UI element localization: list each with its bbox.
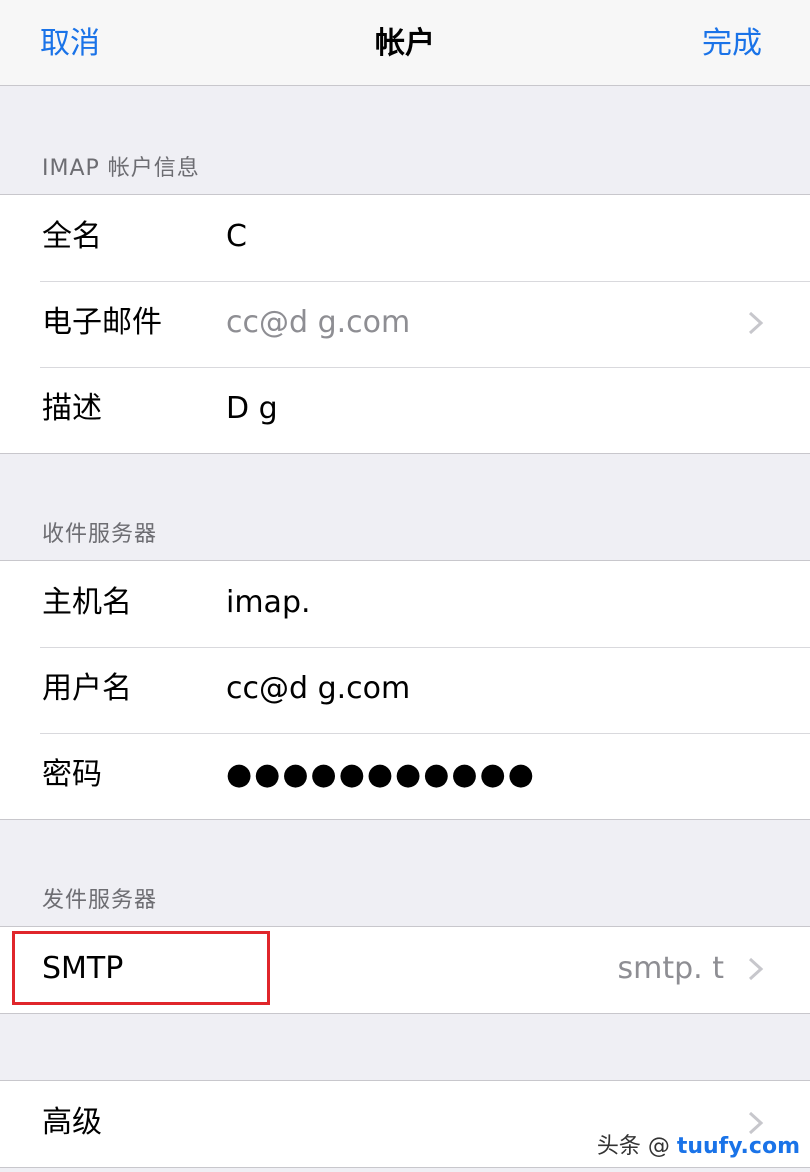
watermark-brand: tuufy.com [676, 1134, 800, 1159]
smtp-highlight-box [12, 931, 270, 1005]
watermark-prefix: 头条 @ [596, 1134, 670, 1159]
section-title-imap: IMAP 帐户信息 [42, 156, 200, 181]
email-label: 电子邮件 [42, 305, 162, 340]
password-label: 密码 [42, 757, 102, 792]
full-name-label: 全名 [42, 219, 102, 254]
incoming-server-group: 主机名 imap. 用户名 cc@d g.com 密码 ●●●●●●●●●●● [0, 560, 810, 820]
description-label: 描述 [42, 391, 102, 426]
advanced-label: 高级 [42, 1105, 102, 1140]
imap-account-group: 全名 C 电子邮件 cc@d g.com 描述 D g [0, 194, 810, 454]
username-value[interactable]: cc@d g.com [226, 669, 410, 709]
section-header-outgoing: 发件服务器 [0, 818, 810, 926]
page-title: 帐户 [375, 26, 435, 61]
smtp-value: smtp. t [617, 951, 725, 986]
password-row[interactable]: 密码 ●●●●●●●●●●● [0, 733, 810, 819]
description-value[interactable]: D g [226, 389, 278, 429]
email-row[interactable]: 电子邮件 cc@d g.com [0, 281, 810, 367]
section-title-incoming: 收件服务器 [42, 522, 158, 547]
hostname-value[interactable]: imap. [226, 583, 311, 623]
done-button[interactable]: 完成 [702, 24, 762, 64]
hostname-label: 主机名 [42, 585, 132, 620]
chevron-right-icon [748, 957, 764, 981]
section-header-incoming: 收件服务器 [0, 452, 810, 560]
full-name-row[interactable]: 全名 C [0, 195, 810, 281]
watermark: 头条 @ tuufy.com [597, 1128, 800, 1160]
username-label: 用户名 [42, 671, 132, 706]
navigation-bar: 取消 帐户 完成 [0, 0, 810, 86]
email-value: cc@d g.com [226, 305, 411, 340]
section-header-imap: IMAP 帐户信息 [0, 86, 810, 194]
full-name-value[interactable]: C [226, 217, 247, 257]
chevron-right-icon [748, 311, 764, 335]
hostname-row[interactable]: 主机名 imap. [0, 561, 810, 647]
username-row[interactable]: 用户名 cc@d g.com [0, 647, 810, 733]
description-row[interactable]: 描述 D g [0, 367, 810, 453]
section-title-outgoing: 发件服务器 [42, 888, 158, 913]
password-value[interactable]: ●●●●●●●●●●● [226, 755, 536, 795]
